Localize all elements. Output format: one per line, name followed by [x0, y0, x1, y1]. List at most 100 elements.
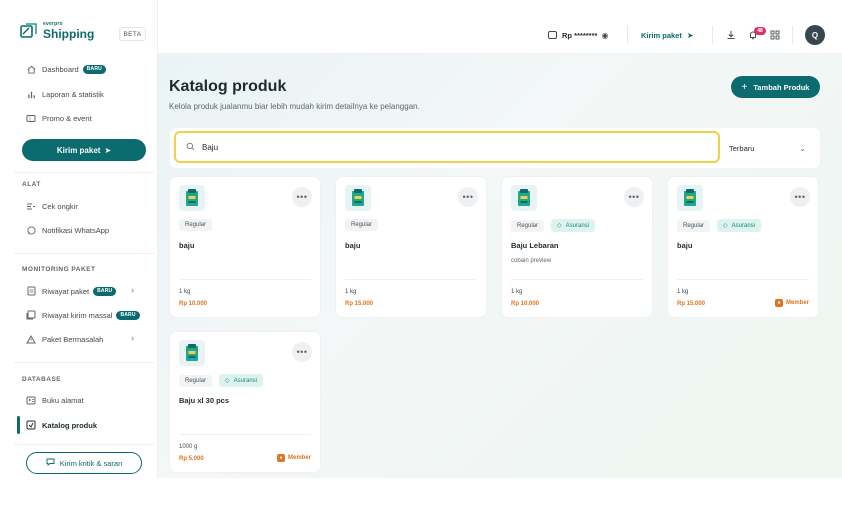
sort-selected: Terbaru — [729, 143, 755, 153]
warning-icon — [26, 334, 36, 344]
product-thumbnail — [511, 185, 537, 211]
send-icon: ➤ — [104, 145, 112, 155]
tag-regular: Regular — [677, 219, 711, 232]
product-tags: Regular ◇ Asuransi — [179, 374, 263, 387]
sidebar-item-cek-ongkir[interactable]: Cek ongkir — [26, 198, 78, 214]
feedback-button[interactable]: Kirim kritik & saran — [26, 452, 142, 474]
avatar[interactable]: Q — [805, 25, 825, 45]
more-options-button[interactable]: ••• — [292, 187, 312, 207]
divider — [179, 279, 311, 280]
divider — [677, 279, 809, 280]
topbar-kirim-paket-button[interactable]: Kirim paket ➤ — [641, 27, 694, 43]
calculator-icon — [26, 201, 36, 211]
documents-icon — [26, 310, 36, 320]
product-card[interactable]: ••• Regular baju 1 kg Rp 15.000 — [336, 177, 486, 317]
product-description: cobain preview — [511, 258, 552, 264]
product-weight: 1 kg — [677, 289, 689, 295]
divider — [14, 444, 154, 445]
divider — [712, 26, 713, 44]
divider — [14, 362, 154, 363]
balance-value: Rp ******** — [562, 30, 598, 40]
product-card[interactable]: ••• Regular baju 1 kg Rp 10.000 — [170, 177, 320, 317]
search-panel: Terbaru ⌄ — [170, 128, 820, 168]
ticket-icon — [26, 113, 36, 123]
tag-regular: Regular — [511, 219, 545, 232]
chat-icon — [46, 458, 55, 468]
product-thumbnail — [179, 185, 205, 211]
kirim-paket-button[interactable]: Kirim paket ➤ — [22, 139, 146, 161]
product-price: Rp 15.000 — [677, 301, 706, 307]
sort-select[interactable]: Terbaru ⌄ — [727, 136, 814, 160]
grid-icon[interactable] — [769, 29, 781, 41]
address-book-icon — [26, 395, 36, 405]
product-name: baju — [345, 241, 361, 250]
section-monitoring: MONITORING PAKET — [22, 266, 96, 273]
feedback-label: Kirim kritik & saran — [59, 458, 123, 468]
sidebar-item-dashboard[interactable]: Dashboard BARU — [26, 61, 106, 77]
section-database: DATABASE — [22, 376, 62, 383]
product-tags: Regular ◇ Asuransi — [511, 219, 595, 232]
more-options-button[interactable]: ••• — [458, 187, 478, 207]
sidebar-item-label: Paket Bermasalah — [42, 334, 104, 344]
kirim-paket-label: Kirim paket — [56, 145, 101, 155]
divider — [179, 434, 311, 435]
new-badge: BARU — [93, 286, 117, 296]
chevron-right-icon[interactable]: › — [131, 285, 134, 295]
chevron-right-icon[interactable]: › — [131, 333, 134, 343]
eye-icon[interactable]: ◉ — [601, 31, 608, 40]
balance-display[interactable]: Rp ******** ◉ — [548, 27, 608, 43]
shield-icon: ◇ — [557, 223, 562, 229]
more-options-button[interactable]: ••• — [292, 342, 312, 362]
sidebar-item-label: Laporan & statistik — [42, 89, 104, 99]
divider — [627, 26, 628, 44]
chevron-down-icon: ⌄ — [799, 143, 806, 153]
shield-icon: ◇ — [225, 378, 230, 384]
brand-logo[interactable]: everpro Shipping — [20, 22, 94, 40]
tag-asuransi: ◇ Asuransi — [717, 219, 761, 232]
main-content: Katalog produk Kelola produk jualanmu bi… — [158, 54, 842, 478]
sidebar-item-notifikasi-whatsapp[interactable]: Notifikasi WhatsApp — [26, 222, 109, 238]
product-card[interactable]: ••• Regular ◇ Asuransi baju 1 kg Rp 15.000 ● Mem… — [668, 177, 818, 317]
product-weight: 1 kg — [345, 289, 357, 295]
sidebar-item-label: Riwayat paket — [42, 286, 90, 296]
product-card[interactable]: ••• Regular ◇ Asuransi Baju Lebaran cobain pr… — [502, 177, 652, 317]
more-options-button[interactable]: ••• — [624, 187, 644, 207]
logo-mark-icon — [20, 22, 38, 40]
tag-regular: Regular — [179, 374, 213, 387]
divider — [14, 172, 154, 173]
new-badge: BARU — [82, 64, 106, 74]
product-card[interactable]: ••• Regular ◇ Asuransi Baju xl 30 pcs 1000 g R… — [170, 332, 320, 472]
sidebar-item-riwayat-paket[interactable]: Riwayat paket BARU — [26, 283, 117, 299]
product-weight: 1 kg — [511, 289, 523, 295]
search-box[interactable] — [174, 131, 720, 163]
wallet-icon — [548, 31, 557, 39]
product-name: Baju xl 30 pcs — [179, 396, 230, 405]
more-options-button[interactable]: ••• — [790, 187, 810, 207]
sidebar-item-buku-alamat[interactable]: Buku alamat — [26, 392, 84, 408]
product-price: Rp 15.000 — [345, 301, 374, 307]
home-icon — [26, 64, 36, 74]
whatsapp-icon — [26, 225, 36, 235]
bar-chart-icon — [26, 89, 36, 99]
sidebar-item-paket-bermasalah[interactable]: Paket Bermasalah — [26, 331, 103, 347]
product-price: Rp 10.000 — [179, 301, 208, 307]
divider — [792, 26, 793, 44]
product-tags: Regular — [179, 219, 213, 231]
sidebar-item-laporan[interactable]: Laporan & statistik — [26, 86, 104, 102]
divider — [14, 253, 154, 254]
product-name: Baju Lebaran — [511, 241, 559, 250]
add-product-button[interactable]: + Tambah Produk — [731, 76, 820, 98]
search-input[interactable] — [202, 142, 682, 152]
sidebar-item-promo[interactable]: Promo & event — [26, 110, 92, 126]
tag-asuransi-label: Asuransi — [731, 222, 755, 229]
sidebar-item-riwayat-kirim-massal[interactable]: Riwayat kirim massal BARU — [26, 307, 140, 323]
tag-regular: Regular — [179, 219, 213, 231]
divider — [345, 279, 477, 280]
sidebar-item-katalog-produk[interactable]: Katalog produk — [26, 417, 97, 433]
send-icon: ➤ — [686, 30, 694, 40]
product-tags: Regular ◇ Asuransi — [677, 219, 761, 232]
plus-icon: + — [741, 81, 748, 93]
download-icon[interactable] — [725, 29, 737, 41]
brand-name: Shipping — [43, 27, 95, 41]
product-weight: 1000 g — [179, 444, 198, 450]
